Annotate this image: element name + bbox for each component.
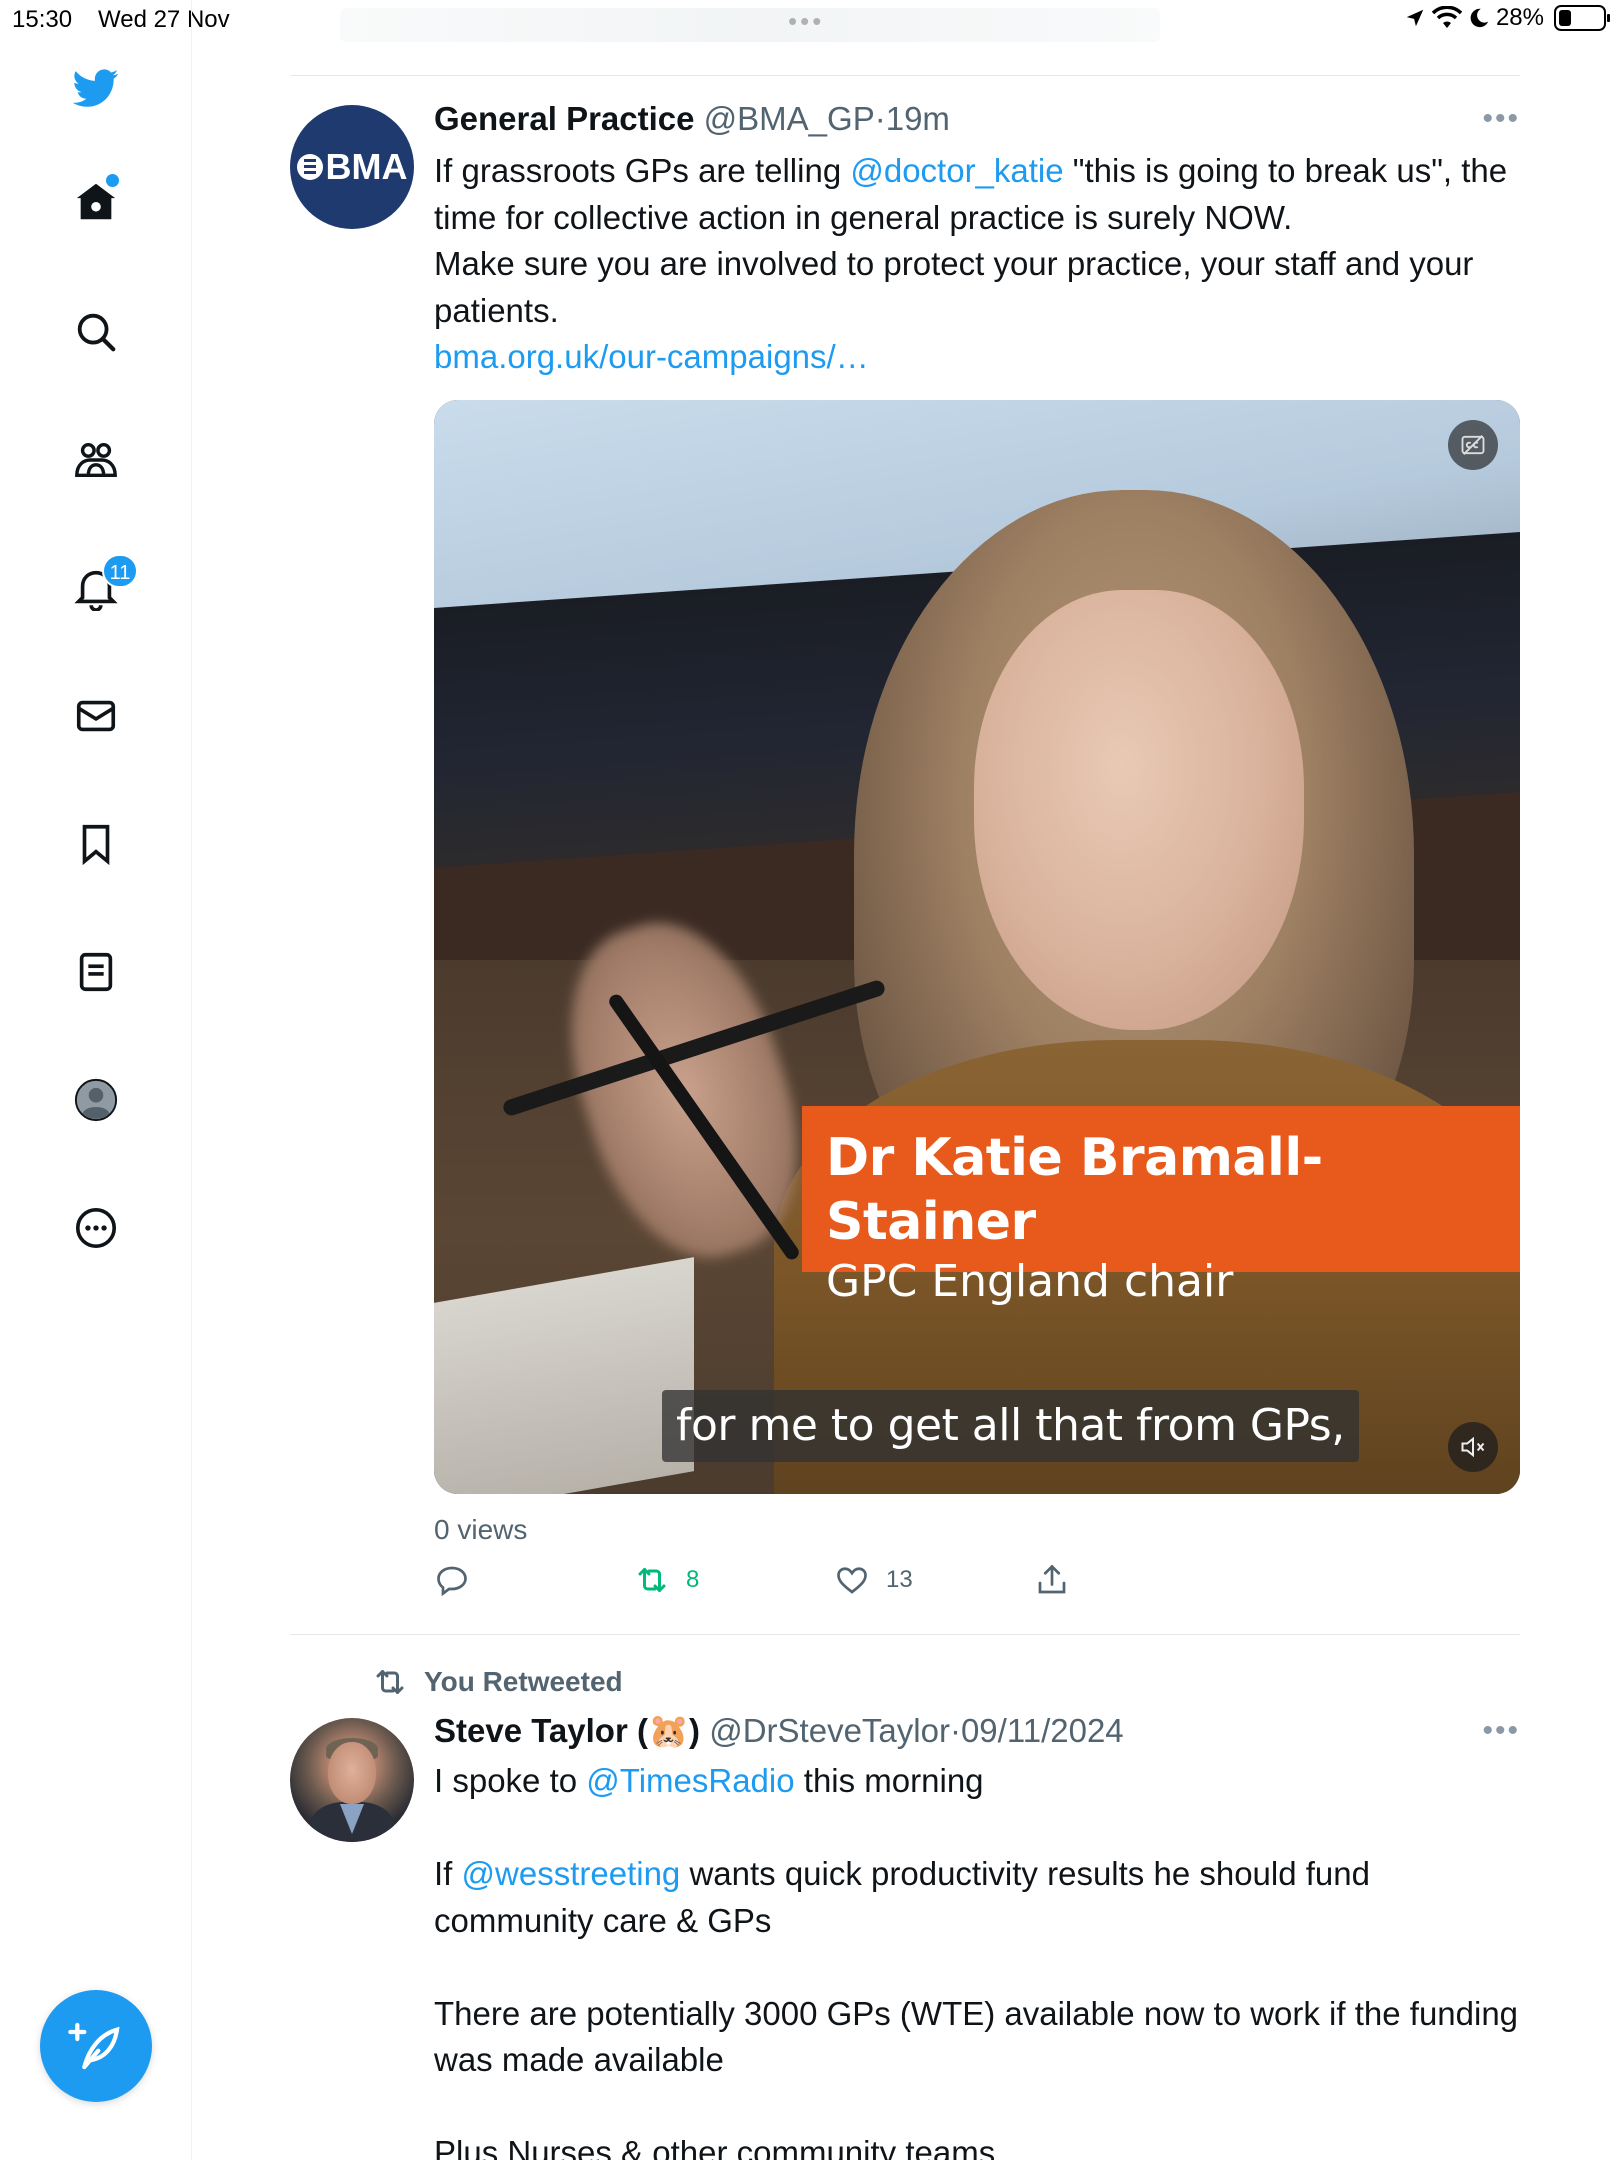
meta-separator: · [874,100,886,137]
muted-speaker-icon [1461,1436,1485,1458]
retweet-icon [638,1568,666,1592]
tweet-more-icon[interactable]: ••• [1482,102,1520,136]
mention-link[interactable]: @TimesRadio [586,1762,794,1799]
retweet-context-label[interactable]: You Retweeted [424,1666,623,1698]
sidebar-item-profile[interactable] [62,1066,130,1134]
mute-button[interactable] [1448,1422,1498,1472]
author-name[interactable]: General Practice [434,100,695,137]
meta-separator: · [949,1712,961,1749]
lower-third-name: Dr Katie Bramall-Stainer [826,1128,1323,1252]
previous-tweet-fragment [340,8,1160,42]
tweet-text-part: I spoke to [434,1762,587,1799]
bma-avatar[interactable]: BMA [290,105,414,229]
sidebar-item-explore[interactable] [62,298,130,366]
retweet-context: You Retweeted [372,1664,623,1700]
battery-icon [1554,5,1610,31]
sidebar-item-home[interactable] [62,168,130,236]
author-name[interactable]: Steve Taylor (🐹) [434,1712,700,1749]
tweet-divider [290,75,1520,76]
tweet-body: I spoke to @TimesRadio this morning If @… [434,1758,1524,2160]
tweet-paragraph: Plus Nurses & other community teams [434,2134,996,2160]
profile-avatar-icon [74,1078,118,1122]
sidebar-item-more[interactable] [62,1194,130,1262]
sidebar-item-communities[interactable] [62,426,130,494]
sidebar-item-notifications[interactable]: 11 [62,554,138,622]
captions-icon [1461,435,1485,455]
tweet-paragraph: There are potentially 3000 GPs (WTE) ava… [434,1994,1519,2079]
tweet-paragraph: If @wesstreeting wants quick productivit… [434,1851,1524,1944]
tweet-text-part: Make sure you are involved to protect yo… [434,245,1474,329]
tweet-paragraph: I spoke to @TimesRadio this morning [434,1758,1524,1805]
tweet-more-icon[interactable]: ••• [1482,1714,1520,1748]
share-icon [1038,1564,1066,1594]
speaker-face [974,590,1304,1030]
like-count: 13 [886,1566,913,1593]
reply-button[interactable] [434,1562,486,1598]
tweet-text-part: If grassroots GPs are telling [434,152,851,189]
steve-taylor-avatar[interactable] [290,1718,414,1842]
compose-tweet-icon [68,2022,120,2070]
tweet-time[interactable]: 19m [886,100,950,137]
mention-link[interactable]: @doctor_katie [850,152,1063,189]
home-unread-dot [106,174,119,187]
tweet-header: Steve Taylor (🐹) @DrSteveTaylor·09/11/20… [434,1712,1124,1751]
heart-icon [837,1567,867,1594]
bookmark-icon [82,824,110,866]
tweet-actions: 8 13 [434,1562,1334,1612]
bma-avatar-text: BMA [325,146,408,187]
battery-level-fill [1559,10,1571,26]
lower-third-title: GPC England chair [826,1256,1234,1307]
twitter-logo[interactable] [62,54,130,122]
sidebar-nav: 11 [0,0,192,2160]
search-icon [77,313,116,352]
timeline: BMA General Practice @BMA_GP·19m ••• If … [290,0,1520,2160]
compose-tweet-button[interactable] [40,1990,152,2102]
tweet-header: General Practice @BMA_GP·19m [434,100,950,138]
url-link[interactable]: bma.org.uk/our-campaigns/… [434,338,869,375]
sidebar-item-lists[interactable] [62,938,130,1006]
sidebar-item-bookmarks[interactable] [62,810,130,878]
tweet-text-part: this morning [794,1762,984,1799]
author-handle[interactable]: @DrSteveTaylor [709,1712,950,1749]
retweet-count: 8 [686,1566,700,1593]
retweet-icon [376,1670,404,1694]
list-icon [79,952,113,992]
more-circle-icon [75,1207,117,1249]
tweet-text-part: If [434,1855,462,1892]
captions-button[interactable] [1448,420,1498,470]
author-handle[interactable]: @BMA_GP [704,100,875,137]
retweet-button[interactable]: 8 [634,1562,699,1598]
avatar-head [328,1742,376,1804]
mention-link[interactable]: @wesstreeting [462,1855,681,1892]
like-button[interactable]: 13 [834,1562,913,1598]
share-button[interactable] [1034,1562,1070,1598]
sidebar-item-messages[interactable] [62,682,130,750]
tweet-divider [290,1634,1520,1635]
bma-logo-mark-icon [296,154,323,180]
notification-badge: 11 [102,554,138,588]
video-player[interactable]: Dr Katie Bramall-Stainer GPC England cha… [434,400,1520,1494]
video-subtitle: for me to get all that from GPs, [662,1390,1359,1462]
tweet-time[interactable]: 09/11/2024 [961,1712,1124,1749]
twitter-bird-icon [73,69,119,107]
communities-icon [75,442,117,478]
reply-icon [437,1566,467,1597]
video-lower-third: Dr Katie Bramall-Stainer GPC England cha… [802,1106,1520,1307]
view-count: 0 views [434,1514,528,1545]
envelope-icon [76,700,116,732]
tweet-body: If grassroots GPs are telling @doctor_ka… [434,148,1524,381]
